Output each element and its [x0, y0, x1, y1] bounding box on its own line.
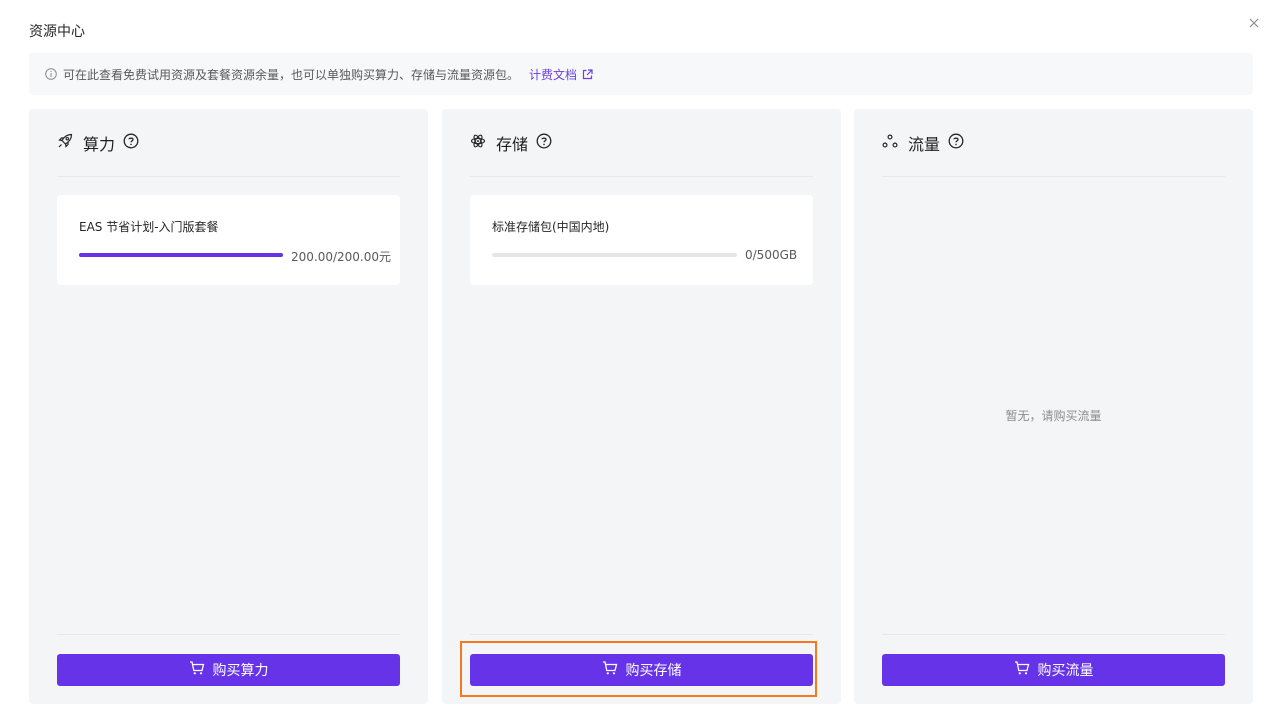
buy-storage-button[interactable]: 购买存储	[470, 654, 813, 686]
buy-button-label: 购买算力	[212, 663, 269, 679]
usage-progress-bar	[79, 253, 283, 257]
info-banner: 可在此查看免费试用资源及套餐资源余量，也可以单独购买算力、存储与流量资源包。 计…	[29, 53, 1253, 95]
storage-card: 存储 标准存储包(中国内地) 0/500GB 购买存储	[442, 109, 841, 704]
external-link-icon	[582, 68, 593, 79]
buy-compute-button[interactable]: 购买算力	[57, 654, 400, 686]
resource-center-modal: 资源中心 可在此查看免费试用资源及套餐资源余量，也可以单独购买算力、存储与流量资…	[0, 0, 1276, 713]
storage-icon	[470, 133, 486, 153]
billing-doc-link-label: 计费文档	[529, 67, 578, 82]
resource-name: EAS 节省计划-入门版套餐	[79, 220, 219, 234]
divider	[57, 634, 400, 635]
usage-text: 200.00/200.00元	[291, 250, 392, 264]
buy-button-label: 购买存储	[625, 663, 682, 679]
cart-icon	[1014, 660, 1030, 680]
divider	[882, 634, 1225, 635]
traffic-icon	[882, 133, 898, 153]
traffic-card: 流量 暂无，请购买流量 购买流量	[854, 109, 1253, 704]
divider	[57, 176, 400, 177]
info-icon	[45, 68, 57, 80]
card-header: 算力	[57, 131, 400, 155]
card-title: 算力	[83, 135, 116, 154]
resource-item: 标准存储包(中国内地) 0/500GB	[470, 195, 813, 285]
usage-progress-bar	[492, 253, 737, 257]
cart-icon	[602, 660, 618, 680]
divider	[470, 176, 813, 177]
buy-button-label: 购买流量	[1037, 663, 1094, 679]
card-header: 流量	[882, 131, 1225, 155]
card-title: 流量	[908, 135, 941, 154]
rocket-icon	[57, 133, 73, 153]
close-icon[interactable]	[1245, 14, 1263, 32]
buy-traffic-button[interactable]: 购买流量	[882, 654, 1225, 686]
help-icon[interactable]	[123, 133, 139, 153]
divider	[882, 176, 1225, 177]
card-title: 存储	[496, 135, 529, 154]
modal-title: 资源中心	[29, 24, 85, 40]
resource-item: EAS 节省计划-入门版套餐 200.00/200.00元	[57, 195, 400, 285]
empty-state-text: 暂无，请购买流量	[1005, 409, 1102, 423]
divider	[470, 634, 813, 635]
usage-text: 0/500GB	[745, 248, 798, 262]
resource-name: 标准存储包(中国内地)	[492, 220, 610, 234]
billing-doc-link[interactable]: 计费文档	[529, 66, 593, 83]
info-text: 可在此查看免费试用资源及套餐资源余量，也可以单独购买算力、存储与流量资源包。	[63, 67, 520, 82]
compute-card: 算力 EAS 节省计划-入门版套餐 200.00/200.00元 购买算力	[29, 109, 428, 704]
help-icon[interactable]	[536, 133, 552, 153]
cart-icon	[189, 660, 205, 680]
usage-progress-fill	[79, 253, 283, 257]
help-icon[interactable]	[948, 133, 964, 153]
card-header: 存储	[470, 131, 813, 155]
